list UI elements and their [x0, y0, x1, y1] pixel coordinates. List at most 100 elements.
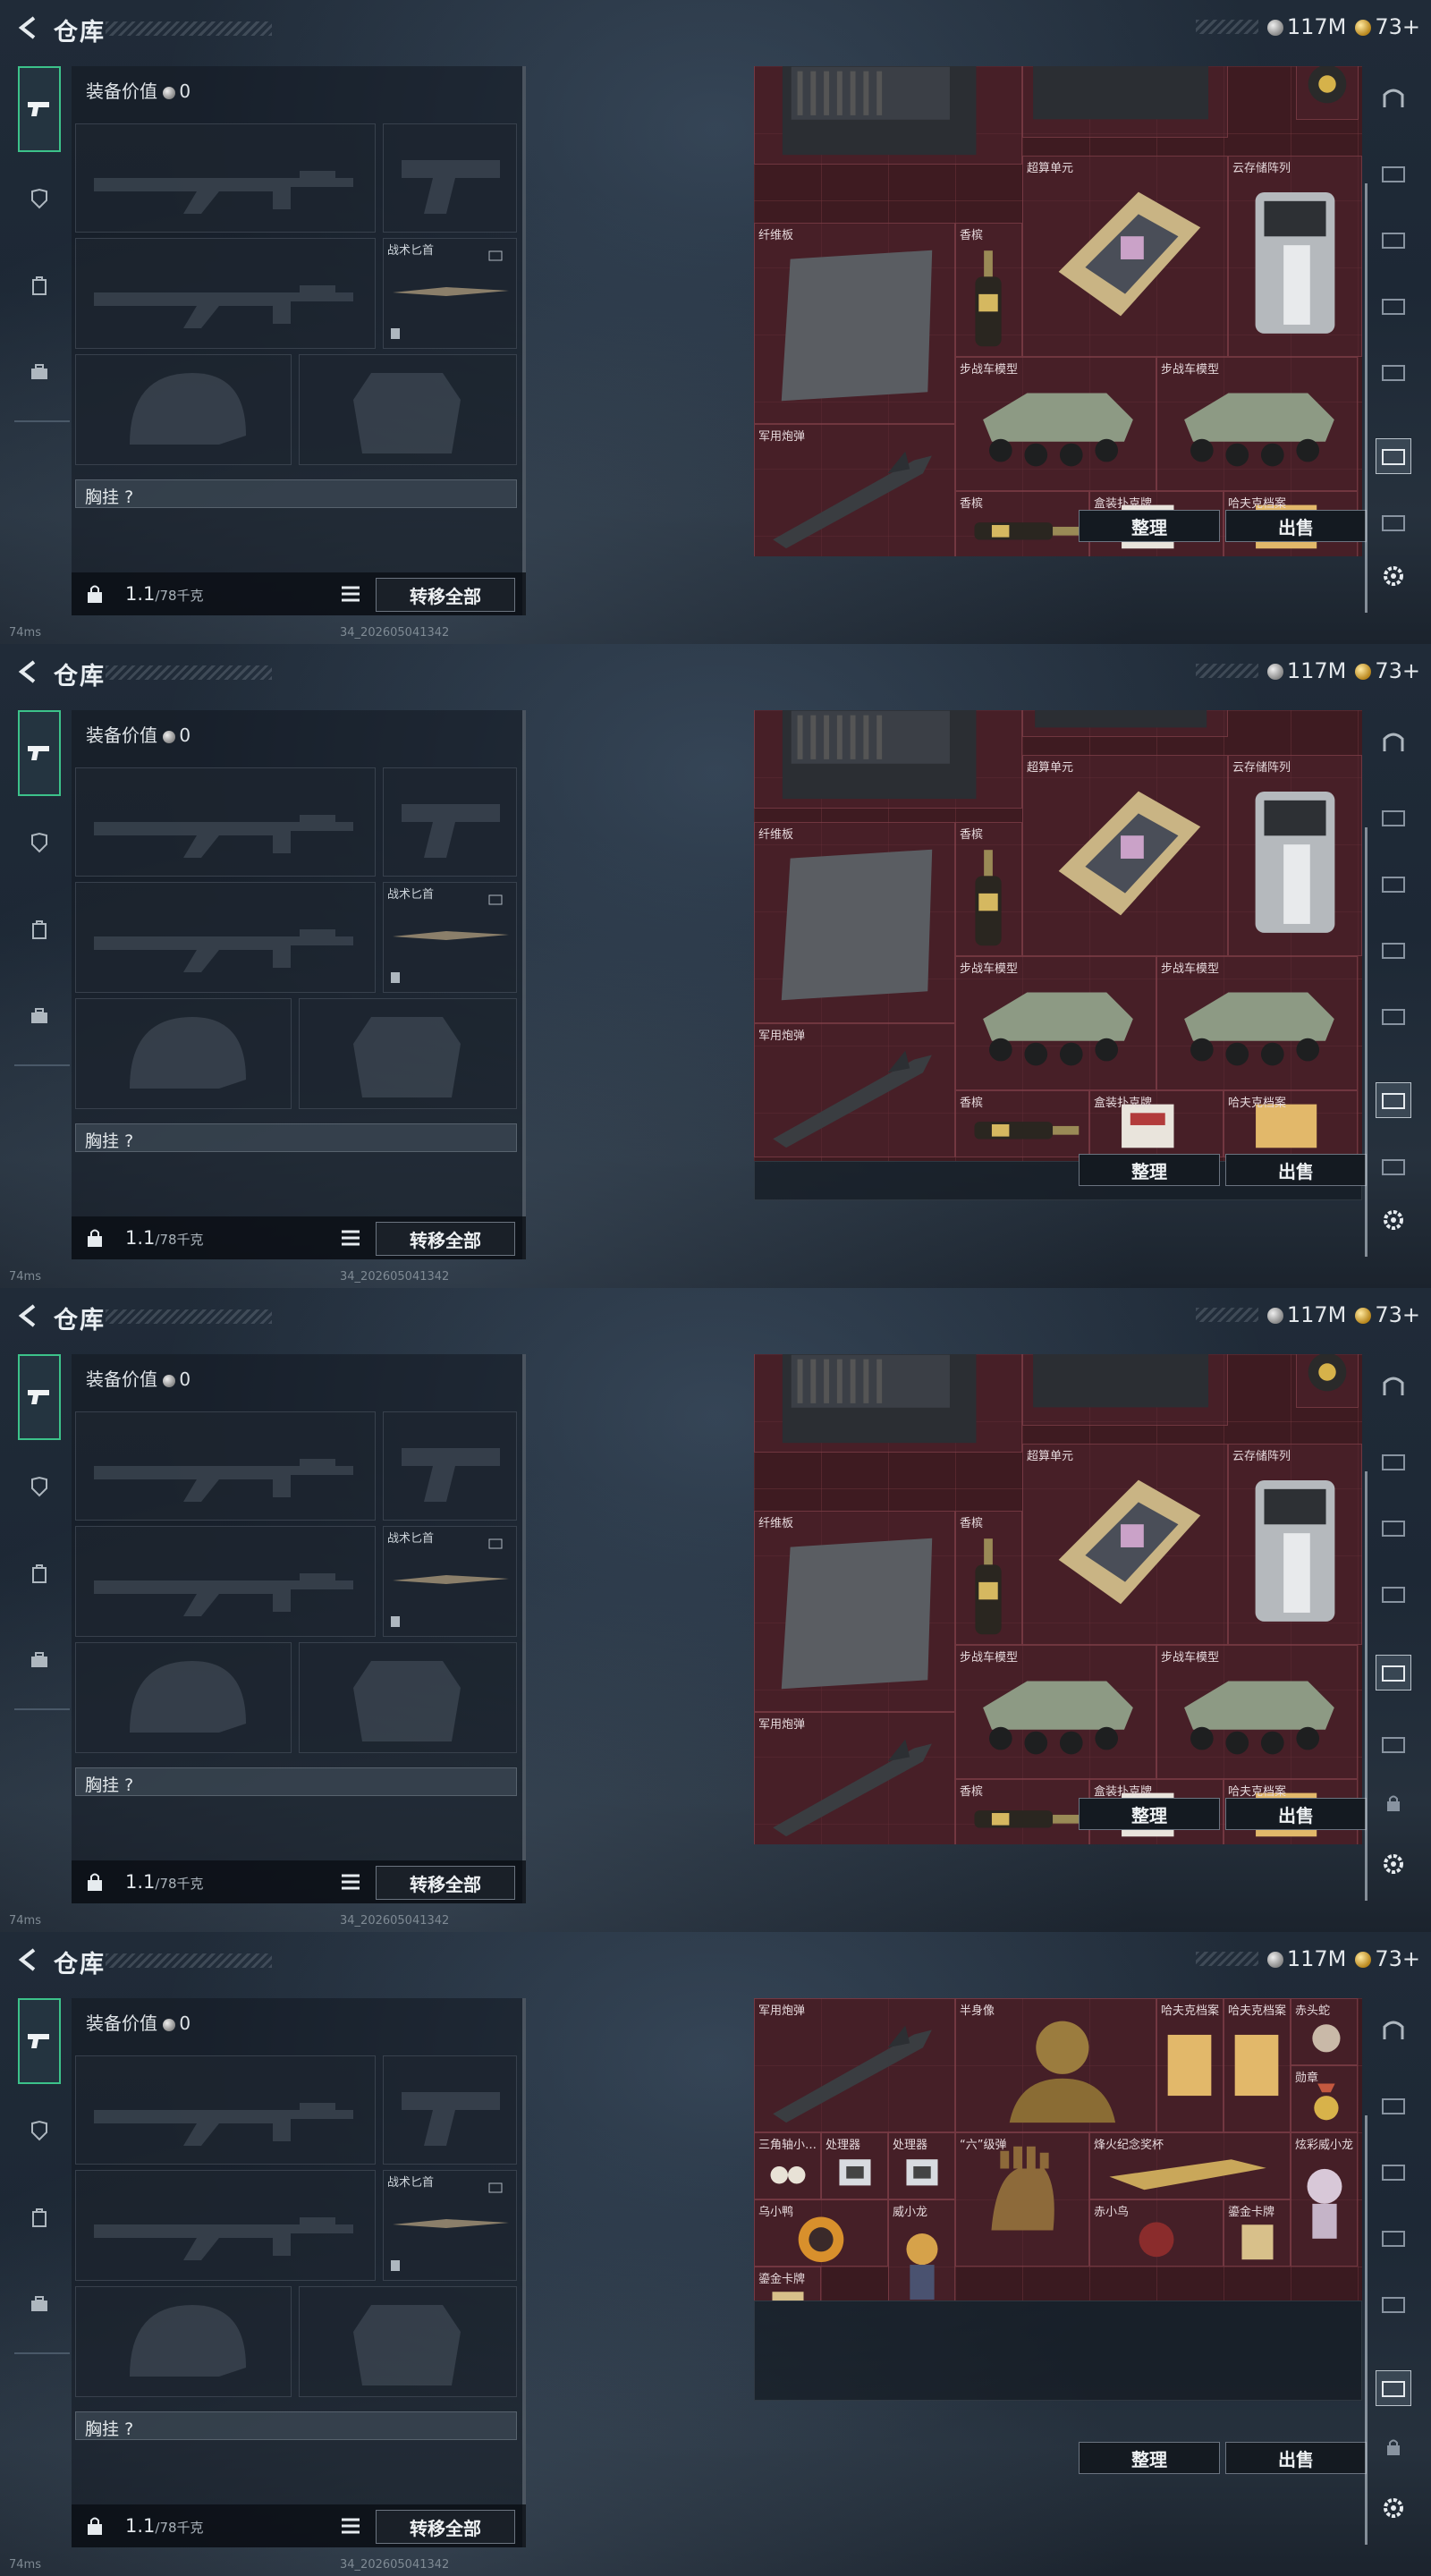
nav-armor[interactable] — [18, 2109, 61, 2152]
server-item[interactable] — [1022, 710, 1228, 737]
fiber-board-item[interactable]: 纤维板 — [754, 223, 955, 424]
champagne-item[interactable]: 香槟 — [955, 1090, 1089, 1157]
super-unit-item[interactable]: 超算单元 — [1022, 1444, 1228, 1645]
gold-currency[interactable]: 73+ — [1355, 14, 1420, 39]
knife-slot[interactable]: 战术匕首 — [383, 882, 517, 993]
nav-stash-tab[interactable] — [1376, 80, 1411, 116]
missile-item[interactable]: 军用炮弹 — [754, 1023, 955, 1157]
nav-stash-tab[interactable] — [1376, 222, 1411, 258]
lock-icon[interactable] — [84, 583, 106, 605]
sort-button[interactable]: 整理 — [1079, 1154, 1220, 1186]
cloud-array-item[interactable]: 云存储阵列 — [1228, 156, 1362, 357]
nav-stash-tab[interactable] — [1376, 354, 1411, 390]
settings-button[interactable] — [1376, 2490, 1411, 2526]
settings-button[interactable] — [1376, 1846, 1411, 1882]
helmet-slot[interactable] — [75, 998, 292, 1109]
nav-stash-tab[interactable] — [1376, 1726, 1411, 1762]
nav-stash-tab-selected[interactable] — [1376, 2370, 1411, 2406]
server-item[interactable] — [754, 710, 1022, 809]
back-arrow-icon[interactable] — [13, 13, 43, 43]
nav-stash-tab[interactable] — [1376, 998, 1411, 1034]
nav-stash-tab[interactable] — [1376, 1148, 1411, 1184]
gold-currency[interactable]: 73+ — [1355, 658, 1420, 683]
list-icon[interactable] — [340, 583, 361, 605]
champagne-item[interactable]: 香槟 — [955, 223, 1022, 357]
primary-weapon-slot[interactable] — [75, 1411, 376, 1521]
nav-stash-tab-selected[interactable] — [1376, 1655, 1411, 1690]
ifv-model-item[interactable]: 步战车模型 — [955, 1645, 1156, 1779]
list-icon[interactable] — [340, 1227, 361, 1249]
processor-item[interactable]: 处理器 — [821, 2132, 888, 2199]
tertiary-weapon-slot[interactable] — [75, 2170, 376, 2281]
nav-stash-tab[interactable] — [1376, 2286, 1411, 2322]
red-snake-item[interactable]: 赤头蛇 — [1291, 1998, 1358, 2065]
lock-icon[interactable] — [84, 2515, 106, 2537]
processor-item[interactable]: 处理器 — [888, 2132, 955, 2199]
sell-button[interactable]: 出售 — [1225, 1798, 1367, 1830]
red-bird-item[interactable]: 赤小鸟 — [1089, 2199, 1224, 2267]
fiber-board-item[interactable]: 纤维板 — [754, 1511, 955, 1712]
lock-icon[interactable] — [84, 1871, 106, 1893]
item[interactable] — [1296, 1354, 1359, 1408]
transfer-all-button[interactable]: 转移全部 — [376, 578, 515, 612]
nav-stash-tab[interactable] — [1376, 724, 1411, 760]
secondary-weapon-slot[interactable] — [383, 2055, 517, 2165]
primary-weapon-slot[interactable] — [75, 2055, 376, 2165]
champagne-item[interactable]: 香槟 — [955, 1779, 1089, 1844]
list-icon[interactable] — [340, 2515, 361, 2537]
gold-currency[interactable]: 73+ — [1355, 1946, 1420, 1971]
stash-grid[interactable]: 超算单元 云存储阵列 纤维板 香槟 步战车模型 步战车模型 军用炮弹 香槟 盒装… — [754, 1354, 1362, 1844]
nav-stash-tab[interactable] — [1376, 2012, 1411, 2048]
locked-tab[interactable] — [1376, 1785, 1411, 1821]
nav-backpack[interactable] — [18, 2197, 61, 2240]
server-item[interactable] — [754, 1354, 1022, 1453]
nav-case[interactable] — [18, 351, 61, 394]
settings-button[interactable] — [1376, 1202, 1411, 1238]
missile-item[interactable]: 军用炮弹 — [754, 1998, 955, 2132]
helmet-slot[interactable] — [75, 1642, 292, 1753]
nav-armor[interactable] — [18, 821, 61, 864]
helmet-slot[interactable] — [75, 2286, 292, 2397]
super-unit-item[interactable]: 超算单元 — [1022, 755, 1228, 956]
item[interactable] — [1296, 66, 1359, 120]
nav-stash-tab[interactable] — [1376, 1444, 1411, 1479]
ifv-model-item[interactable]: 步战车模型 — [955, 956, 1156, 1090]
armor-slot[interactable] — [299, 354, 517, 465]
fiber-board-item[interactable]: 纤维板 — [754, 822, 955, 1023]
silver-currency[interactable]: 117M — [1266, 1302, 1346, 1327]
transfer-all-button[interactable]: 转移全部 — [376, 1222, 515, 1256]
stash-scrollbar[interactable] — [1365, 1471, 1367, 1901]
harf-file-item[interactable]: 哈夫克档案 — [1156, 1998, 1224, 2132]
sell-button[interactable]: 出售 — [1225, 510, 1367, 542]
list-icon[interactable] — [340, 1871, 361, 1893]
primary-weapon-slot[interactable] — [75, 123, 376, 233]
nav-stash-tab[interactable] — [1376, 932, 1411, 968]
stash-scrollbar[interactable] — [1365, 183, 1367, 613]
colorful-dragon-item[interactable]: 炫彩威小龙 — [1291, 2132, 1358, 2267]
champagne-item[interactable]: 香槟 — [955, 1511, 1022, 1645]
silver-currency[interactable]: 117M — [1266, 1946, 1346, 1971]
stash-grid[interactable]: 超算单元 云存储阵列 纤维板 香槟 步战车模型 步战车模型 军用炮弹 香槟 盒装… — [754, 66, 1362, 556]
silver-currency[interactable]: 117M — [1266, 658, 1346, 683]
ifv-model-item[interactable]: 步战车模型 — [955, 357, 1156, 491]
nav-case[interactable] — [18, 1639, 61, 1682]
silver-currency[interactable]: 117M — [1266, 14, 1346, 39]
knife-slot[interactable]: 战术匕首 — [383, 1526, 517, 1637]
settings-button[interactable] — [1376, 558, 1411, 594]
harf-file-item[interactable]: 哈夫克档案 — [1224, 1090, 1358, 1157]
nav-backpack[interactable] — [18, 1553, 61, 1596]
gold-card-item[interactable]: 鎏金卡牌 — [1224, 2199, 1291, 2267]
nav-backpack[interactable] — [18, 265, 61, 308]
poker-box-item[interactable]: 盒装扑克牌 — [1089, 1090, 1224, 1157]
back-arrow-icon[interactable] — [13, 1945, 43, 1975]
knife-slot[interactable]: 战术匕首 — [383, 238, 517, 349]
nav-stash-tab[interactable] — [1376, 2088, 1411, 2123]
nav-armor[interactable] — [18, 1465, 61, 1508]
knife-slot[interactable]: 战术匕首 — [383, 2170, 517, 2281]
transfer-all-button[interactable]: 转移全部 — [376, 1866, 515, 1900]
server-item[interactable] — [1022, 66, 1228, 138]
nav-case[interactable] — [18, 995, 61, 1038]
cloud-array-item[interactable]: 云存储阵列 — [1228, 1444, 1362, 1645]
server-item[interactable] — [754, 66, 1022, 165]
nav-stash-tab[interactable] — [1376, 2220, 1411, 2256]
